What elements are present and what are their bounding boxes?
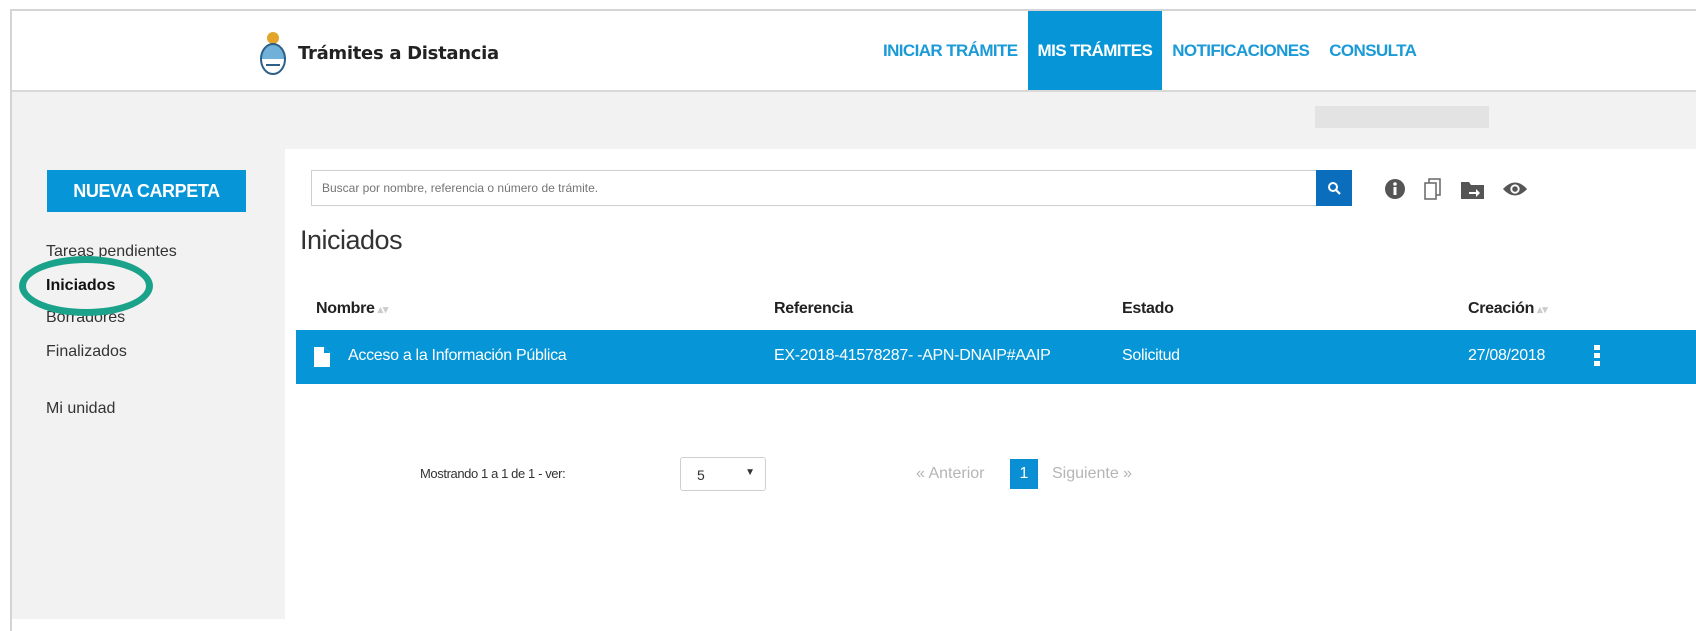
sort-icon[interactable]: ▴▾ (1537, 304, 1548, 316)
pagination-current-page[interactable]: 1 (1010, 459, 1038, 489)
sort-icon[interactable]: ▴▾ (378, 304, 389, 316)
table-row[interactable]: Acceso a la Información Pública EX-2018-… (296, 330, 1696, 384)
brand-title[interactable]: Trámites a Distancia (298, 43, 499, 64)
nav-iniciar-tramite[interactable]: INICIAR TRÁMITE (873, 11, 1028, 90)
pagination-previous[interactable]: « Anterior (916, 465, 984, 483)
column-header-creacion[interactable]: Creación ▴▾ (1468, 300, 1548, 318)
sidebar-item-iniciados[interactable]: Iniciados (46, 277, 115, 295)
column-header-estado: Estado (1122, 300, 1174, 317)
page-title: Iniciados (300, 225, 403, 255)
dropdown-arrow-icon: ▼ (745, 467, 755, 478)
cell-estado: Solicitud (1122, 347, 1180, 364)
more-options-icon[interactable] (1594, 345, 1600, 367)
document-icon (314, 347, 330, 367)
search-bar (311, 170, 1352, 206)
sub-header-band (12, 92, 1696, 149)
sidebar-item-finalizados[interactable]: Finalizados (46, 343, 127, 361)
cell-nombre: Acceso a la Información Pública (348, 347, 567, 364)
cell-creacion: 27/08/2018 (1468, 347, 1546, 364)
page-size-value: 5 (697, 467, 705, 483)
page-size-select[interactable]: 5 ▼ (680, 457, 766, 491)
sidebar-item-tareas-pendientes[interactable]: Tareas pendientes (46, 243, 177, 261)
search-button[interactable] (1316, 170, 1352, 206)
main-nav: INICIAR TRÁMITE MIS TRÁMITES NOTIFICACIO… (873, 11, 1426, 90)
cell-referencia: EX-2018-41578287- -APN-DNAIP#AAIP (774, 347, 1051, 364)
search-input[interactable] (312, 171, 1316, 205)
argentina-coat-of-arms-logo (260, 32, 286, 75)
sidebar: NUEVA CARPETA Tareas pendientes Iniciado… (12, 149, 285, 619)
nav-notificaciones[interactable]: NOTIFICACIONES (1162, 11, 1319, 90)
new-folder-button[interactable]: NUEVA CARPETA (47, 170, 246, 212)
pagination-next[interactable]: Siguiente » (1052, 465, 1132, 483)
nav-consulta[interactable]: CONSULTA (1319, 11, 1426, 90)
nav-mis-tramites[interactable]: MIS TRÁMITES (1027, 11, 1163, 90)
info-icon[interactable] (1382, 176, 1408, 202)
column-header-label: Nombre (316, 300, 375, 317)
sidebar-item-borradores[interactable]: Borradores (46, 309, 125, 327)
pagination-showing-text: Mostrando 1 a 1 de 1 - ver: (420, 466, 566, 481)
move-to-folder-icon[interactable] (1460, 176, 1486, 202)
column-header-label: Creación (1468, 300, 1535, 317)
column-header-referencia: Referencia (774, 300, 853, 317)
column-header-nombre[interactable]: Nombre ▴▾ (316, 300, 388, 318)
sidebar-item-mi-unidad[interactable]: Mi unidad (46, 400, 115, 418)
top-header: Trámites a Distancia INICIAR TRÁMITE MIS… (12, 11, 1696, 92)
eye-icon[interactable] (1502, 176, 1528, 202)
documents-icon[interactable] (1420, 176, 1446, 202)
user-info-placeholder (1315, 106, 1489, 128)
search-icon (1328, 182, 1341, 195)
